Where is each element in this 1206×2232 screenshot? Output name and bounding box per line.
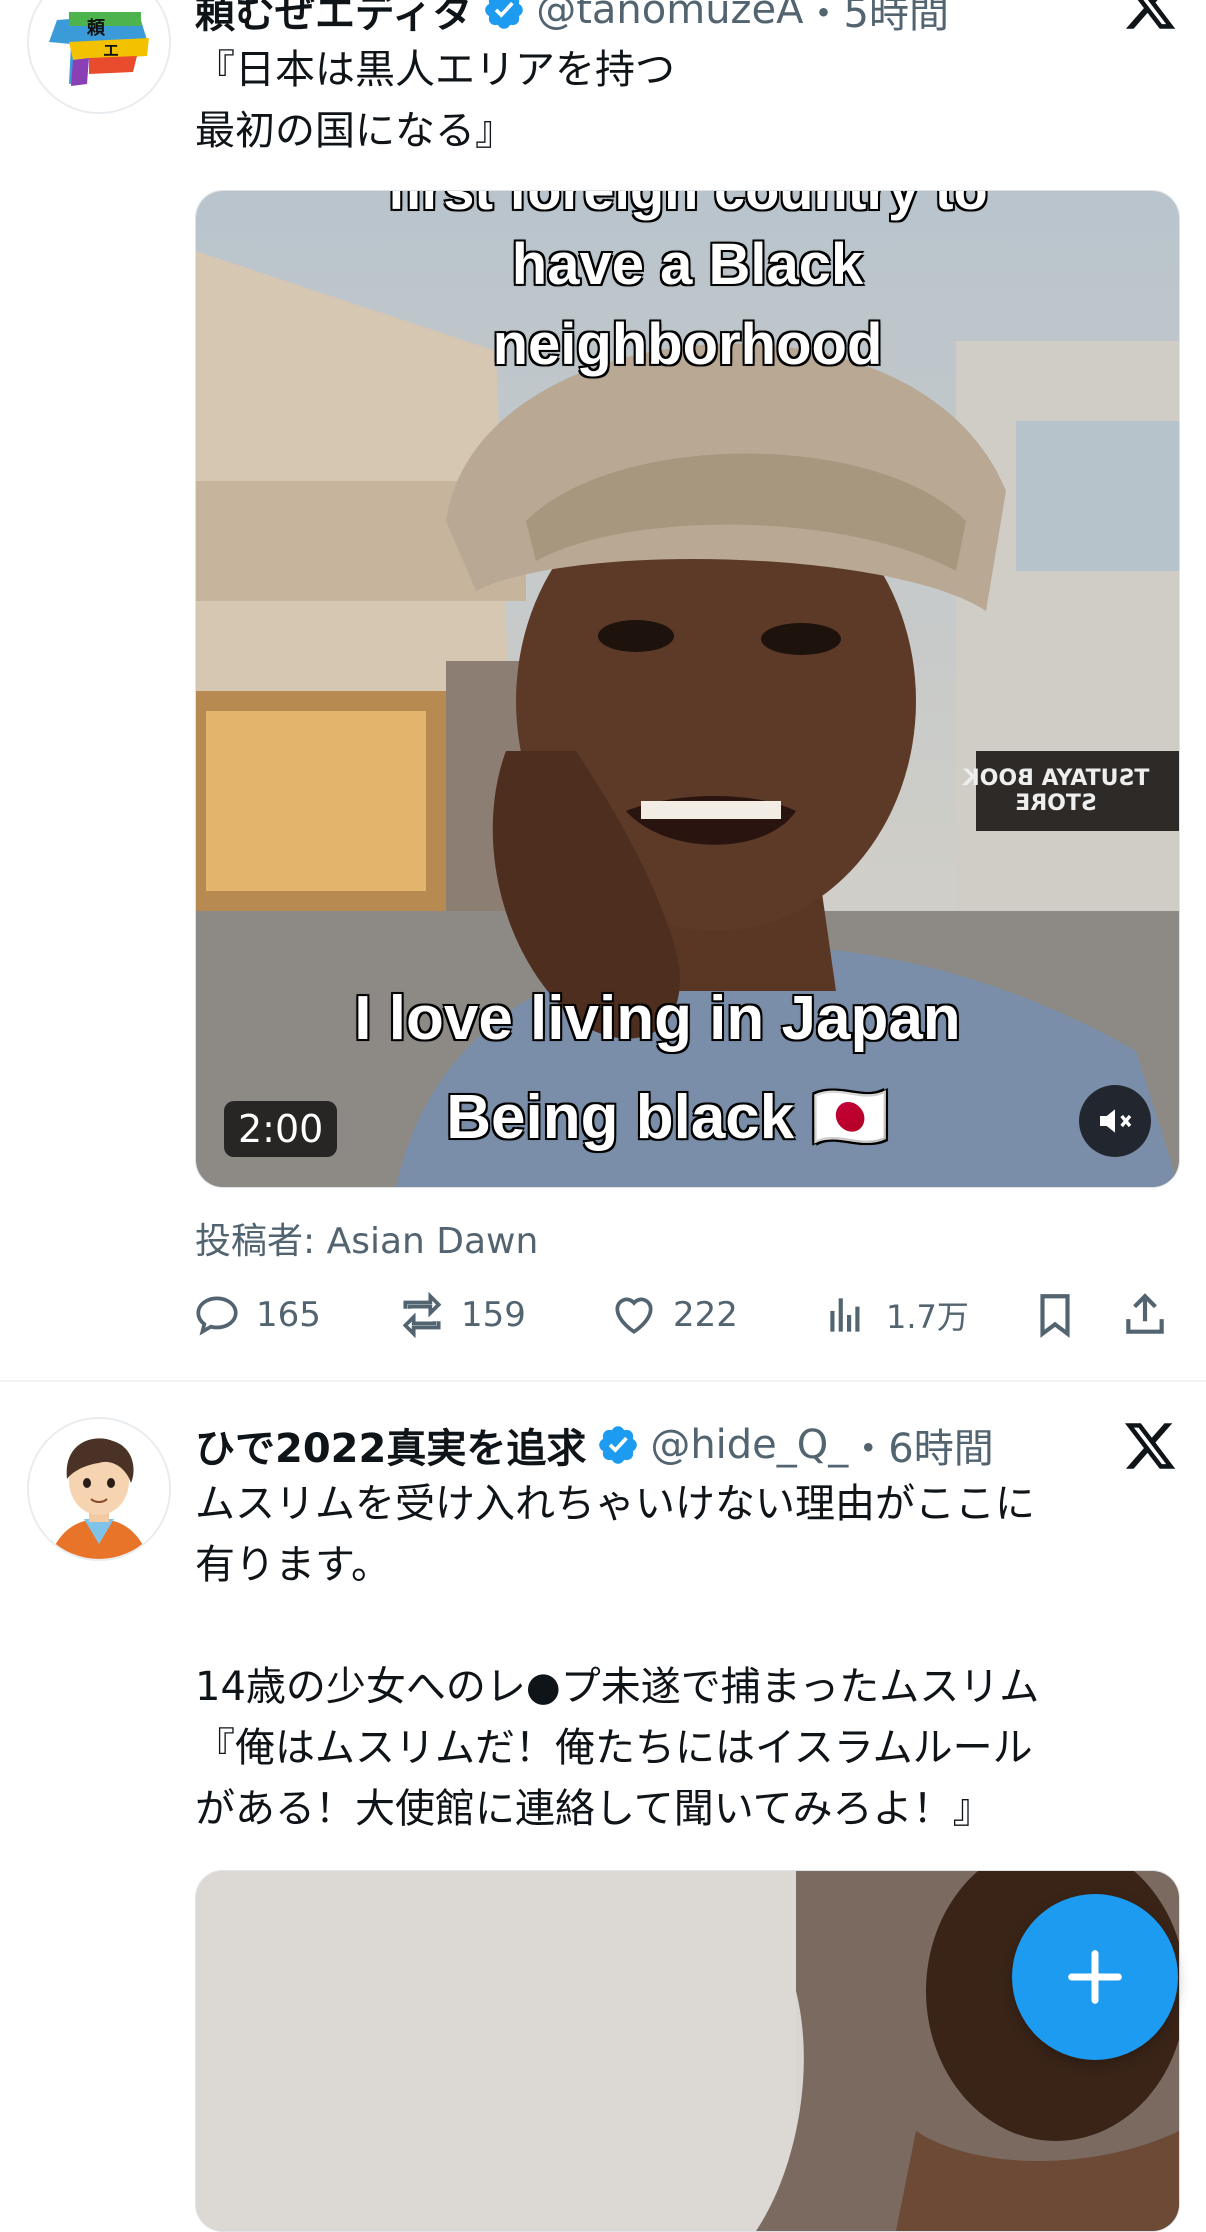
caption-top-3: neighborhood (492, 312, 883, 377)
video-player[interactable]: first foreign country to have a Black ne… (195, 190, 1180, 1188)
reply-button[interactable]: 165 (192, 1290, 321, 1340)
share-icon (1126, 1293, 1164, 1334)
mute-icon (1100, 1109, 1132, 1133)
avatar[interactable]: 頼 エ (27, 0, 171, 114)
caption-top-2: have a Black (511, 232, 864, 297)
caption-bottom-2: Being black 🇯🇵 (446, 1083, 889, 1152)
share-button[interactable] (1120, 1290, 1184, 1340)
tweet-2[interactable]: ひで2022真実を追求 @hide_Q_ ・6時間 ムスリムを受け入れちゃいけな… (0, 1382, 1206, 2232)
tweet-header: ひで2022真実を追求 @hide_Q_ ・6時間 (195, 1415, 994, 1475)
verified-badge-icon (599, 1426, 638, 1464)
caption-top-1: first foreign country to (196, 191, 1179, 222)
bookmark-icon (1040, 1294, 1070, 1338)
handle[interactable]: @hide_Q_ (650, 1422, 848, 1468)
cartoon-avatar-icon (29, 1419, 169, 1559)
svg-text:エ: エ (103, 41, 119, 60)
retweet-icon (402, 1291, 442, 1339)
views-button[interactable]: 1.7万 (822, 1290, 969, 1340)
retweet-button[interactable]: 159 (397, 1290, 526, 1340)
reply-icon (196, 1296, 238, 1336)
mute-button[interactable] (1079, 1085, 1151, 1157)
editor-logo-icon: 頼 エ (29, 0, 169, 112)
x-logo-icon[interactable] (1122, 1418, 1178, 1474)
tweet-1[interactable]: 頼 エ 頼むぜエディタ @tanomuzeA ・5時間 『日本は黒人エリアを持つ… (0, 0, 1206, 1380)
action-bar: 165 159 222 1.7万 (192, 1280, 1182, 1350)
x-logo-icon[interactable] (1122, 0, 1178, 34)
like-count: 222 (673, 1295, 738, 1335)
timestamp[interactable]: ・5時間 (804, 0, 949, 39)
tweet-header: 頼むぜエディタ @tanomuzeA ・5時間 (195, 0, 949, 40)
handle[interactable]: @tanomuzeA (536, 0, 803, 33)
views-icon (830, 1298, 860, 1332)
like-button[interactable]: 222 (609, 1290, 738, 1340)
tweet-text: ムスリムを受け入れちゃいけない理由がここに 有ります。 14歳の少女へのレ●プ未… (195, 1481, 1040, 1832)
posted-by-attribution[interactable]: 投稿者: Asian Dawn (195, 1212, 538, 1264)
display-name[interactable]: 頼むぜエディタ (195, 0, 472, 39)
reply-count: 165 (256, 1295, 321, 1335)
bookmark-button[interactable] (1030, 1290, 1094, 1340)
store-sign: TSUTAYA BOOK STORE (962, 766, 1150, 816)
avatar[interactable] (27, 1417, 171, 1561)
verified-badge-icon (485, 0, 523, 29)
retweet-count: 159 (461, 1295, 526, 1335)
svg-text:頼: 頼 (87, 18, 106, 39)
compose-button[interactable] (1012, 1894, 1178, 2060)
display-name[interactable]: ひで2022真実を追求 (195, 1416, 586, 1474)
compose-plus-icon (1068, 1950, 1122, 2004)
views-count: 1.7万 (886, 1298, 969, 1336)
like-icon (615, 1297, 653, 1334)
video-duration: 2:00 (224, 1101, 338, 1157)
caption-bottom-1: I love living in Japan (354, 984, 961, 1053)
tweet-text: 『日本は黒人エリアを持つ 最初の国になる』 (195, 47, 675, 154)
timestamp[interactable]: ・6時間 (848, 1416, 993, 1474)
